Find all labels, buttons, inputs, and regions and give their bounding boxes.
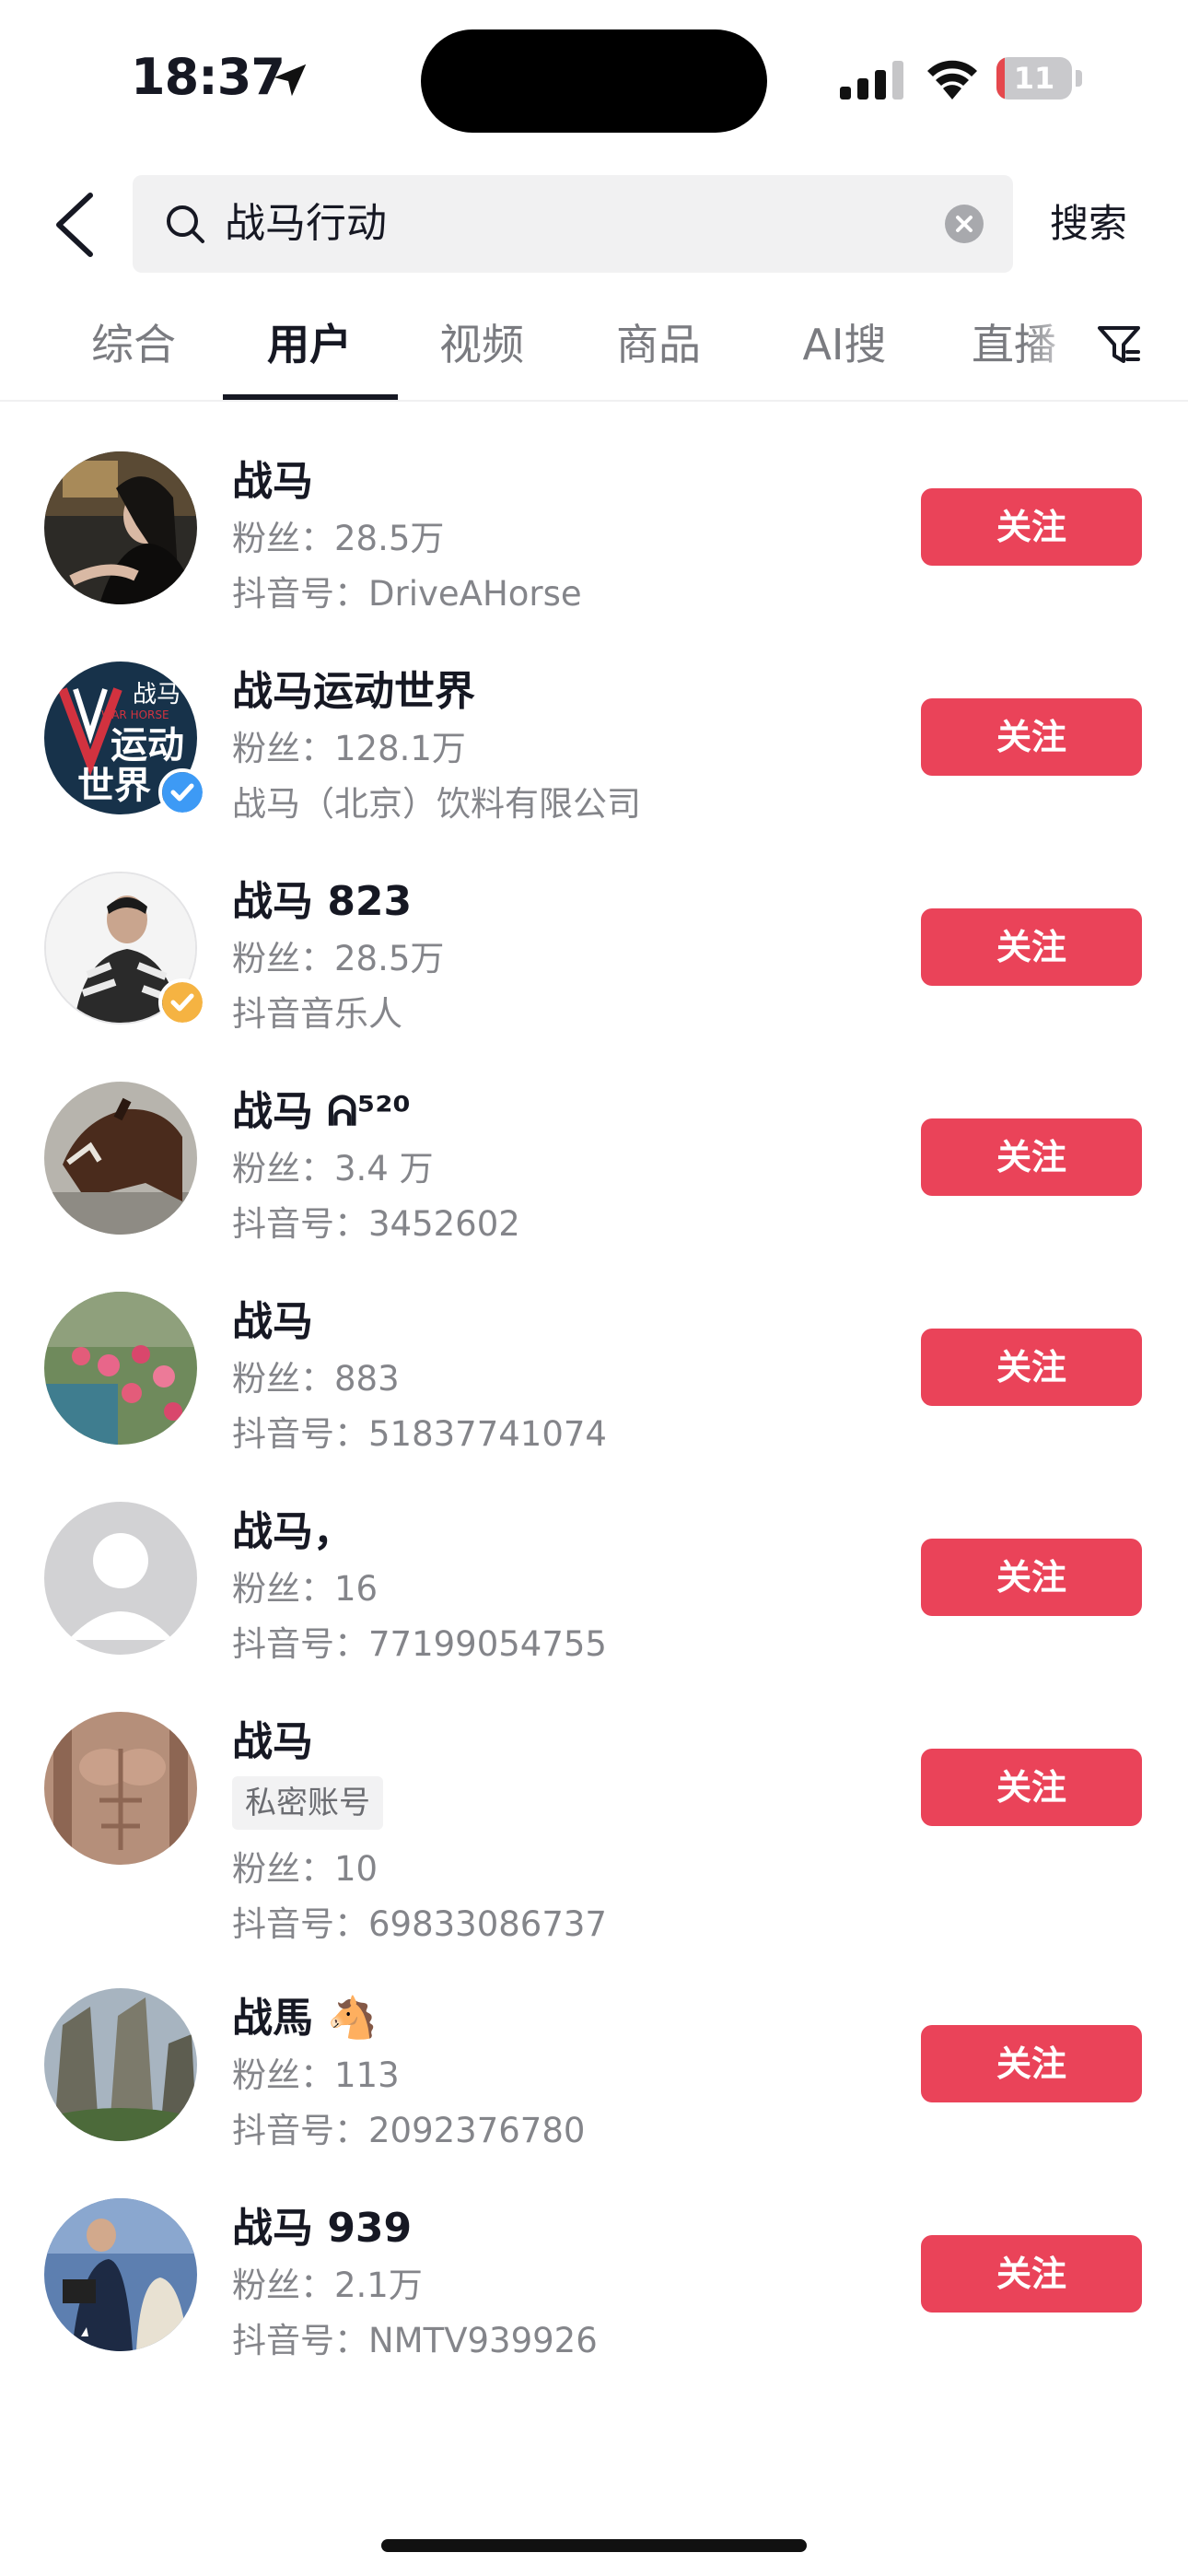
wifi-icon [927, 60, 977, 100]
user-info: 抖音音乐人 [232, 994, 402, 1034]
user-name: 战马 ᕱ⁵²⁰ [232, 1088, 411, 1135]
blue-verified-badge [158, 768, 206, 816]
avatar-logo-subtext: WAR HORSE [101, 708, 169, 721]
user-row[interactable]: 战马 粉丝：883 抖音号：51837741074 关注 [0, 1262, 1188, 1472]
follow-button[interactable]: 关注 [921, 2025, 1142, 2102]
user-info: 抖音号：69833086737 [232, 1904, 607, 1944]
location-arrow-icon [274, 64, 307, 97]
tab-products[interactable]: 商品 [608, 304, 709, 400]
default-avatar-icon[interactable] [44, 1502, 197, 1655]
avatar-logo-text: 战马 [133, 681, 181, 708]
follow-button[interactable]: 关注 [921, 1329, 1142, 1406]
user-avatar[interactable] [44, 2198, 197, 2351]
search-button[interactable]: 搜索 [1050, 182, 1127, 265]
user-name: 战马 939 [232, 2205, 413, 2252]
user-avatar[interactable] [44, 1988, 197, 2141]
search-input[interactable]: 战马行动 [133, 175, 1013, 273]
user-name: 战馬 🐴 [232, 1995, 379, 2042]
follow-button[interactable]: 关注 [921, 1749, 1142, 1826]
result-tabs: 综合 用户 视频 商品 AI搜 直播 [0, 304, 1188, 402]
user-avatar[interactable] [44, 1712, 197, 1865]
follow-button[interactable]: 关注 [921, 1118, 1142, 1196]
user-name: 战马 [232, 1718, 313, 1765]
status-bar: 18:37 11 [0, 0, 1188, 157]
follow-button[interactable]: 关注 [921, 488, 1142, 566]
tab-comprehensive[interactable]: 综合 [83, 304, 184, 400]
avatar-logo-main2: 世界 [77, 765, 151, 807]
user-name: 战马 [232, 1298, 313, 1345]
clear-icon[interactable] [945, 205, 984, 243]
follow-button[interactable]: 关注 [921, 698, 1142, 776]
user-info: 抖音号：DriveAHorse [232, 574, 582, 614]
follow-button[interactable]: 关注 [921, 908, 1142, 986]
user-row[interactable]: 战马 粉丝：28.5万 抖音号：DriveAHorse 关注 [0, 422, 1188, 632]
home-indicator[interactable] [381, 2539, 807, 2552]
user-avatar[interactable] [44, 451, 197, 604]
user-info: 抖音号：51837741074 [232, 1414, 607, 1454]
user-name: 战马 823 [232, 878, 413, 925]
battery-nub [1076, 70, 1082, 87]
user-row[interactable]: 战马 823 粉丝：28.5万 抖音音乐人 关注 [0, 842, 1188, 1052]
battery-body: 11 [996, 57, 1072, 100]
user-row[interactable]: 战马 ᕱ⁵²⁰ 粉丝：3.4 万 抖音号：3452602 关注 [0, 1052, 1188, 1262]
user-fans: 粉丝：10 [232, 1849, 379, 1889]
tab-users[interactable]: 用户 [258, 304, 361, 400]
user-name: 战马运动世界 [232, 668, 475, 715]
user-fans: 粉丝：28.5万 [232, 519, 445, 558]
battery-icon: 11 [996, 57, 1085, 101]
user-name: 战马 [232, 458, 313, 505]
user-info: 抖音号：77199054755 [232, 1624, 607, 1664]
search-icon [167, 205, 204, 243]
user-row[interactable]: 战馬 🐴 粉丝：113 抖音号：2092376780 关注 [0, 1959, 1188, 2169]
user-info: 战马（北京）饮料有限公司 [232, 784, 641, 824]
avatar-logo-main: 运动 [111, 724, 184, 767]
user-fans: 粉丝：883 [232, 1359, 400, 1399]
tab-fade [1022, 304, 1087, 396]
user-fans: 粉丝：28.5万 [232, 939, 445, 978]
user-fans: 粉丝：113 [232, 2055, 400, 2095]
battery-percent: 11 [1013, 61, 1055, 96]
follow-button[interactable]: 关注 [921, 1539, 1142, 1616]
tab-videos[interactable]: 视频 [431, 304, 532, 400]
user-row[interactable]: 战马， 粉丝：16 抖音号：77199054755 关注 [0, 1472, 1188, 1682]
cellular-signal-icon [840, 61, 903, 100]
user-info: 抖音号：2092376780 [232, 2111, 586, 2150]
tab-ai-search[interactable]: AI搜 [785, 304, 904, 400]
yellow-verified-badge [158, 978, 206, 1026]
user-fans: 粉丝：3.4 万 [232, 1149, 434, 1188]
filter-icon[interactable] [1096, 322, 1142, 369]
user-row[interactable]: 战马 私密账号 粉丝：10 抖音号：69833086737 关注 [0, 1682, 1188, 1944]
user-info: 抖音号：3452602 [232, 1204, 520, 1244]
user-fans: 粉丝：2.1万 [232, 2266, 423, 2305]
user-row[interactable]: 战马 WAR HORSE 运动 世界 战马运动世界 粉丝：128.1万 战马（北… [0, 632, 1188, 842]
dynamic-island [421, 29, 767, 133]
user-fans: 粉丝：16 [232, 1569, 379, 1609]
follow-button[interactable]: 关注 [921, 2235, 1142, 2313]
user-name: 战马， [232, 1508, 354, 1555]
search-query: 战马行动 [225, 200, 387, 247]
user-avatar[interactable] [44, 1082, 197, 1235]
private-account-tag: 私密账号 [232, 1776, 383, 1830]
back-button[interactable] [50, 190, 101, 260]
user-fans: 粉丝：128.1万 [232, 729, 466, 768]
user-row[interactable]: 战马 939 粉丝：2.1万 抖音号：NMTV939926 关注 [0, 2169, 1188, 2379]
active-tab-indicator [223, 394, 398, 400]
user-avatar[interactable] [44, 1292, 197, 1445]
status-time: 18:37 [131, 48, 285, 106]
user-info: 抖音号：NMTV939926 [232, 2321, 598, 2360]
